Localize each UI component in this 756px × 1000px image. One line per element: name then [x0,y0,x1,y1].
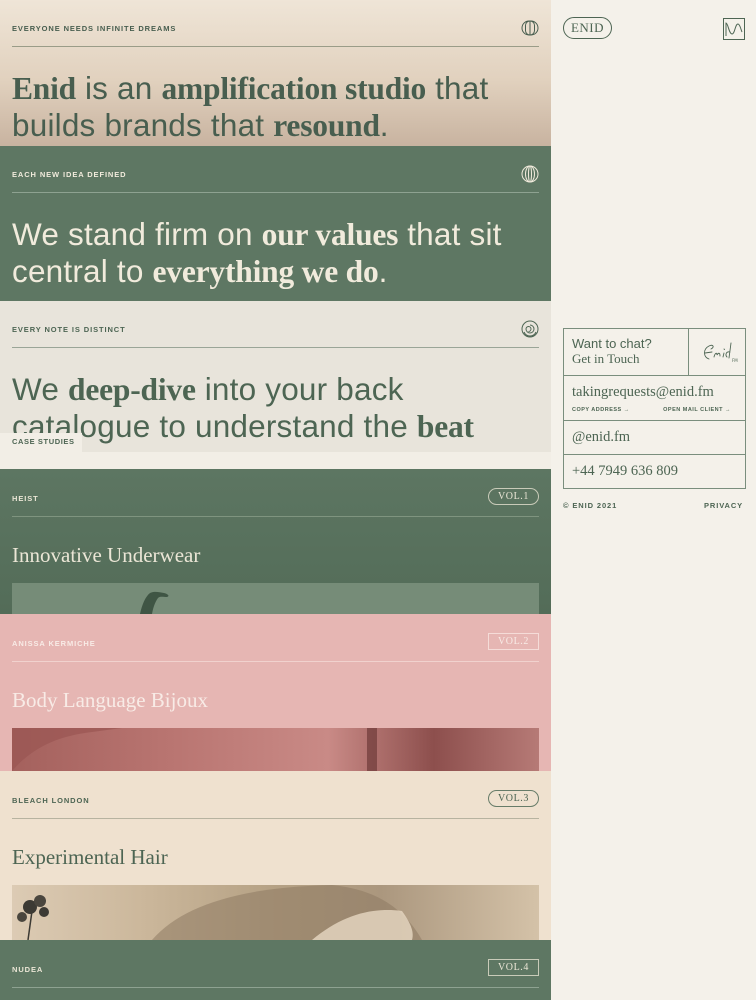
volume-badge: VOL.1 [487,488,539,505]
headline-text: that [426,70,489,106]
headline-text: central to [12,253,153,289]
divider [12,192,539,193]
signature-box: FM [688,329,745,375]
headline-emphasis: amplification studio [161,71,427,106]
values-panel: EACH NEW IDEA DEFINED We stand firm on o… [0,146,551,301]
panel-headline: We stand firm on our values that sit cent… [12,216,502,290]
striped-globe-icon [521,165,539,183]
waveform-menu-icon[interactable] [723,18,745,40]
volume-badge: VOL.3 [487,790,539,807]
headline-text: is an [76,70,162,106]
case-study-card[interactable]: BLEACH LONDON VOL.3 Experimental Hair [0,771,551,940]
social-handle-row[interactable]: @enid.fm [564,421,745,455]
divider [12,987,539,988]
chat-text: Want to chat? Get in Touch [572,336,652,366]
email-address[interactable]: takingrequests@enid.fm [572,384,714,401]
case-studies-label: CASE STUDIES [12,437,75,446]
volume-badge: VOL.4 [487,959,539,976]
open-mail-client-link[interactable]: OPEN MAIL CLIENT → [663,407,731,413]
divider [12,46,539,47]
chat-prompt: Want to chat? [572,336,652,351]
headline-emphasis: everything we do [152,254,379,289]
enid-logo[interactable]: ENID [563,17,612,39]
spiral-icon [521,320,539,338]
headline-emphasis: beat [416,409,474,444]
panel-eyebrow: EACH NEW IDEA DEFINED [12,170,127,179]
photo-shapes [12,728,377,771]
headline-line-1: Enid is an amplification studio that [12,70,488,107]
case-title: Body Language Bijoux [12,688,208,712]
headline-text: builds brands that [12,107,274,143]
case-title: Innovative Underwear [12,543,201,567]
phone-row[interactable]: +44 7949 636 809 [564,455,745,489]
hair-photo-shapes [17,885,422,940]
copy-address-link[interactable]: COPY ADDRESS → [572,407,630,413]
panel-eyebrow: EVERY NOTE IS DISTINCT [12,325,126,334]
case-study-card[interactable]: ANISSA KERMICHE VOL.2 Body Language Bijo… [0,614,551,771]
headline-text: . [379,107,389,143]
left-column: EVERYONE NEEDS INFINITE DREAMS Enid is a… [0,0,551,1000]
headline-text: We [12,371,69,407]
headline-line-1: We deep-dive into your back [12,371,474,408]
headline-text: We stand firm on [12,216,262,252]
case-client: BLEACH LONDON [12,796,90,805]
panel-eyebrow: EVERYONE NEEDS INFINITE DREAMS [12,24,177,33]
phone-number: +44 7949 636 809 [572,463,679,479]
email-row: takingrequests@enid.fm COPY ADDRESS → OP… [564,376,745,421]
volume-badge: VOL.2 [487,633,539,650]
get-in-touch-row[interactable]: Want to chat? Get in Touch FM [564,329,745,376]
case-image [12,583,539,614]
process-panel: EVERY NOTE IS DISTINCT We deep-dive into… [0,301,551,452]
case-title: Experimental Hair [12,845,168,869]
case-studies-strip [0,452,551,469]
divider [12,818,539,819]
headline-line-2: central to everything we do. [12,253,502,290]
headline-emphasis: our values [261,217,399,252]
divider [12,347,539,348]
copyright: © ENID 2021 [563,501,618,510]
headline-emphasis: Enid [12,71,76,106]
divider [12,661,539,662]
case-client: ANISSA KERMICHE [12,639,96,648]
headline-emphasis: resound [273,108,380,143]
contact-card: Want to chat? Get in Touch FM takingrequ… [563,328,746,489]
headline-text: that sit [398,216,502,252]
headline-emphasis: deep-dive [68,372,196,407]
intro-panel: EVERYONE NEEDS INFINITE DREAMS Enid is a… [0,0,551,146]
case-image [12,885,539,940]
case-studies-tab[interactable]: CASE STUDIES [0,433,82,453]
headline-line-2: builds brands that resound. [12,107,488,144]
enid-signature: FM [704,342,738,363]
case-client: HEIST [12,494,39,503]
get-in-touch-label: Get in Touch [572,351,640,366]
case-client: NUDEA [12,965,44,974]
privacy-link[interactable]: PRIVACY [704,501,743,510]
case-study-card[interactable]: NUDEA VOL.4 [0,940,551,1000]
hand-graphic [140,591,169,614]
social-handle: @enid.fm [572,429,631,445]
headline-text: . [378,253,388,289]
case-image [12,728,539,771]
case-study-card[interactable]: HEIST VOL.1 Innovative Underwear [0,469,551,614]
panel-headline: Enid is an amplification studio that buil… [12,70,488,144]
divider [12,516,539,517]
svg-text:FM: FM [732,358,738,363]
rings-icon [521,20,539,36]
headline-text: into your back [195,371,404,407]
headline-line-1: We stand firm on our values that sit [12,216,502,253]
